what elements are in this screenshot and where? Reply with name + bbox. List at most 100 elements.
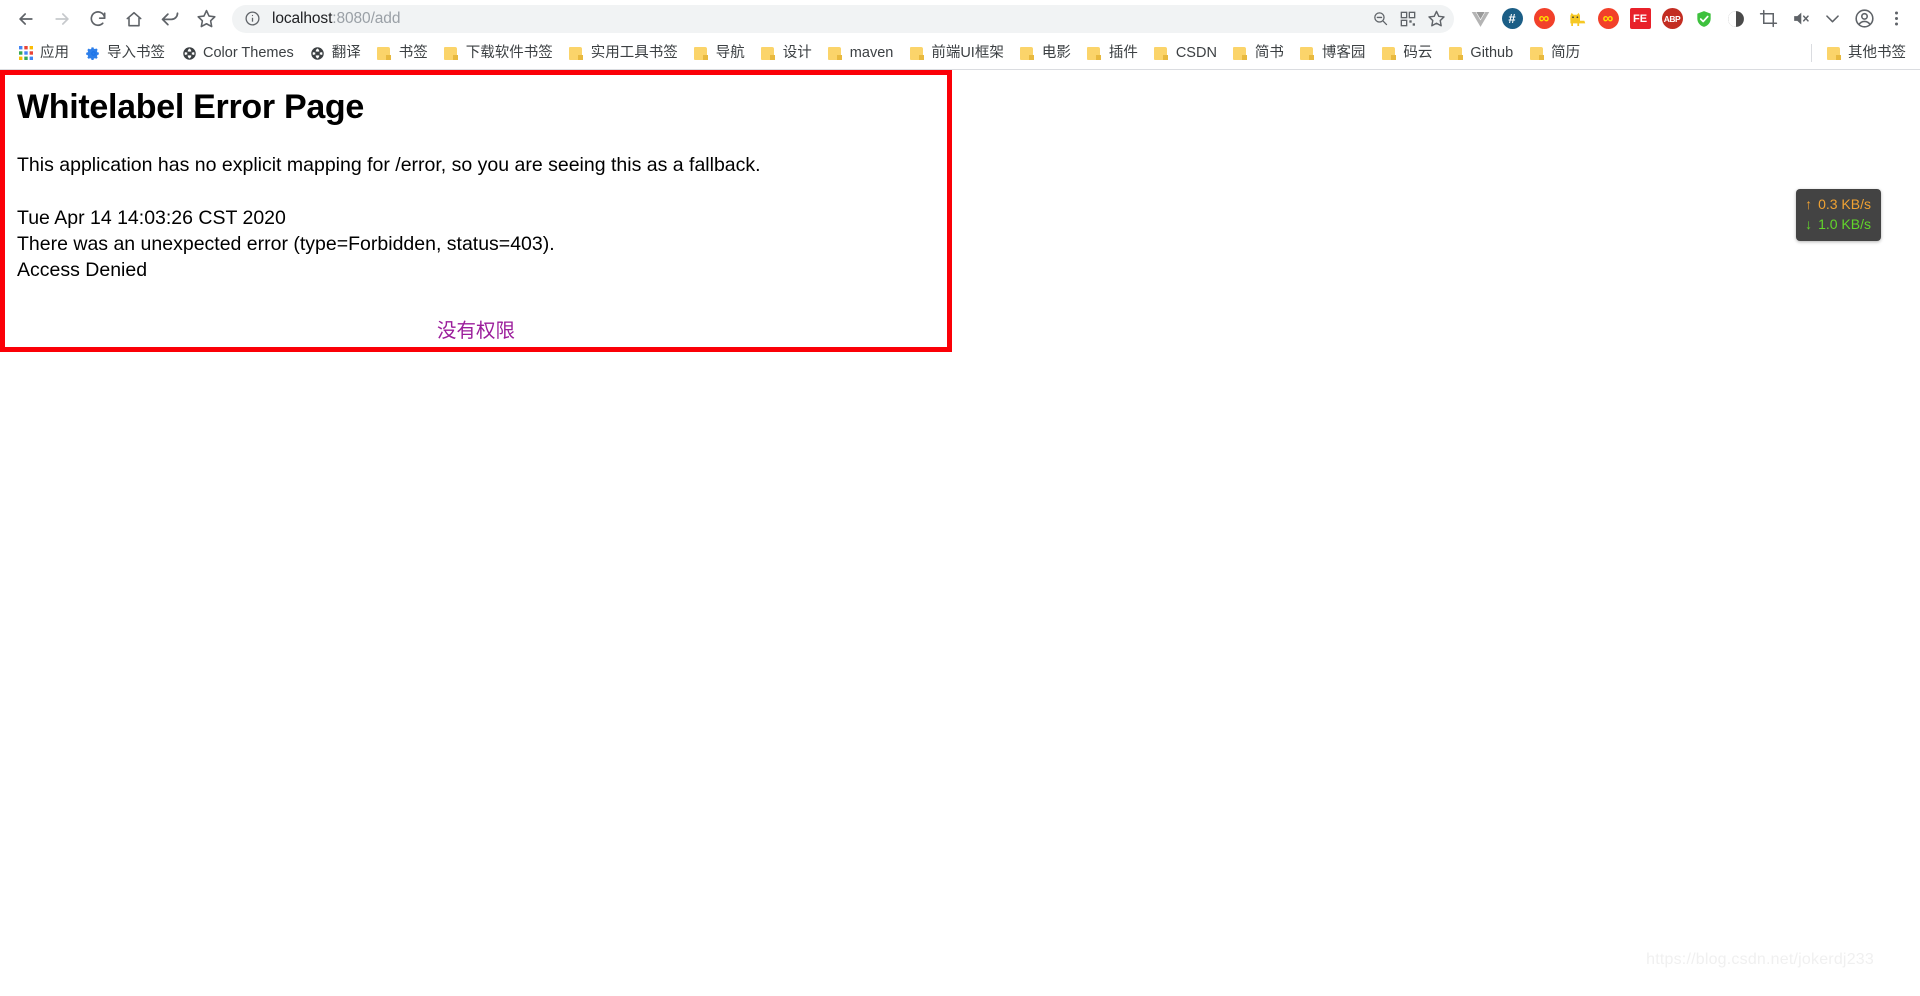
bookmark-label: 设计 bbox=[782, 44, 812, 61]
network-speed-widget: ↑ 0.3 KB/s ↓ 1.0 KB/s bbox=[1796, 189, 1881, 241]
extensions-strip: # ∞ ∞ FE ABP bbox=[1460, 1, 1912, 37]
browser-toolbar: localhost:8080/add # ∞ ∞ FE ABP bbox=[0, 0, 1920, 37]
cat-extension-icon[interactable] bbox=[1560, 1, 1592, 37]
bookmark-label: 简书 bbox=[1254, 44, 1284, 61]
bookmark-folder-design[interactable]: 设计 bbox=[753, 40, 820, 66]
upload-speed-value: 0.3 KB/s bbox=[1818, 196, 1871, 212]
undo-button[interactable] bbox=[152, 1, 188, 37]
arrow-right-icon bbox=[55, 12, 69, 25]
bookmark-label: 应用 bbox=[40, 44, 69, 61]
folder-icon bbox=[761, 46, 776, 60]
browser-chrome: localhost:8080/add # ∞ ∞ FE ABP 应用 导入书签 … bbox=[0, 0, 1920, 70]
chevron-down-icon[interactable] bbox=[1816, 1, 1848, 37]
bookmarks-bar: 应用 导入书签 Color Themes 翻译 书签 下载软件书签 实用工具书签… bbox=[0, 37, 1920, 70]
bookmark-folder-plugins[interactable]: 插件 bbox=[1079, 40, 1146, 66]
folder-icon bbox=[1020, 46, 1035, 60]
info-circle-icon[interactable] bbox=[244, 10, 261, 27]
bookmark-folder-other[interactable]: 其他书签 bbox=[1818, 40, 1914, 66]
bookmark-folder-jianshu[interactable]: 简书 bbox=[1225, 40, 1292, 66]
bookmarks-divider bbox=[1811, 44, 1812, 62]
download-speed-row: ↓ 1.0 KB/s bbox=[1805, 214, 1871, 234]
arrow-left-icon bbox=[19, 12, 33, 25]
bookmark-label: 其他书签 bbox=[1848, 44, 1906, 61]
bookmark-label: CSDN bbox=[1175, 44, 1217, 61]
infinity-red-icon[interactable]: ∞ bbox=[1528, 1, 1560, 37]
address-bar[interactable]: localhost:8080/add bbox=[232, 4, 1454, 33]
bookmark-item-translate[interactable]: 翻译 bbox=[302, 40, 369, 66]
page-viewport: Whitelabel Error Page This application h… bbox=[0, 70, 1920, 995]
bookmark-label: 电影 bbox=[1041, 44, 1071, 61]
bookmark-folder-frontend-ui[interactable]: 前端UI框架 bbox=[901, 40, 1012, 66]
folder-icon bbox=[828, 46, 843, 60]
bookmark-folder-github[interactable]: Github bbox=[1440, 40, 1521, 66]
bookmark-label: 书签 bbox=[398, 44, 428, 61]
globe-dark-icon bbox=[181, 45, 197, 61]
forward-button[interactable] bbox=[44, 1, 80, 37]
undo-arrow-icon bbox=[161, 12, 178, 26]
gear-blue-icon bbox=[85, 45, 101, 61]
home-icon bbox=[126, 11, 142, 26]
vue-devtools-icon[interactable] bbox=[1464, 1, 1496, 37]
bookmark-label: 翻译 bbox=[331, 44, 361, 61]
error-timestamp: Tue Apr 14 14:03:26 CST 2020 bbox=[17, 206, 286, 229]
bookmark-folder-gitee[interactable]: 码云 bbox=[1373, 40, 1440, 66]
screenshot-extension-icon[interactable] bbox=[1752, 1, 1784, 37]
bookmark-folder-shuqian[interactable]: 书签 bbox=[369, 40, 436, 66]
arrow-down-icon: ↓ bbox=[1805, 216, 1813, 233]
bookmark-label: maven bbox=[849, 44, 894, 61]
folder-icon bbox=[377, 46, 392, 60]
bookmark-label: Github bbox=[1470, 44, 1514, 61]
bookmark-star-button[interactable] bbox=[188, 1, 224, 37]
folder-icon bbox=[1529, 46, 1545, 60]
star-outline-icon bbox=[196, 9, 216, 28]
bookmark-folder-nav[interactable]: 导航 bbox=[686, 40, 753, 66]
arrow-up-icon: ↑ bbox=[1805, 196, 1813, 212]
folder-icon bbox=[1154, 46, 1169, 60]
bookmark-label: 下载软件书签 bbox=[465, 44, 553, 61]
folder-icon bbox=[569, 46, 584, 60]
star-outline-icon[interactable] bbox=[1422, 5, 1450, 33]
moon-extension-icon[interactable] bbox=[1720, 1, 1752, 37]
reload-button[interactable] bbox=[80, 1, 116, 37]
apps-grid-icon bbox=[18, 45, 34, 61]
infinity-red-2-icon[interactable]: ∞ bbox=[1592, 1, 1624, 37]
abp-extension-icon[interactable]: ABP bbox=[1656, 1, 1688, 37]
bookmark-folder-tools[interactable]: 实用工具书签 bbox=[561, 40, 686, 66]
shield-green-icon[interactable] bbox=[1688, 1, 1720, 37]
folder-icon bbox=[1233, 46, 1248, 60]
bookmark-label: 导入书签 bbox=[107, 44, 165, 61]
bookmark-folder-download-software[interactable]: 下载软件书签 bbox=[436, 40, 561, 66]
profile-avatar-icon[interactable] bbox=[1848, 1, 1880, 37]
url-path: :8080/add bbox=[332, 9, 401, 27]
bookmark-label: 前端UI框架 bbox=[931, 44, 1004, 61]
bookmark-label: 导航 bbox=[715, 44, 745, 61]
bookmark-label: 博客园 bbox=[1321, 44, 1366, 61]
qr-code-icon[interactable] bbox=[1394, 5, 1422, 33]
bookmark-folder-cnblogs[interactable]: 博客园 bbox=[1292, 40, 1374, 66]
bookmark-item-import[interactable]: 导入书签 bbox=[77, 40, 173, 66]
bookmark-item-apps[interactable]: 应用 bbox=[10, 40, 77, 66]
fe-extension-icon[interactable]: FE bbox=[1624, 1, 1656, 37]
bookmark-label: 码云 bbox=[1403, 44, 1433, 61]
bookmark-folder-csdn[interactable]: CSDN bbox=[1146, 40, 1225, 66]
bookmark-label: Color Themes bbox=[203, 44, 294, 61]
bookmark-label: 简历 bbox=[1551, 44, 1581, 61]
whitelabel-error-container: Whitelabel Error Page This application h… bbox=[0, 70, 952, 352]
error-message-chinese: 没有权限 bbox=[436, 319, 515, 342]
bookmark-item-color-themes[interactable]: Color Themes bbox=[173, 40, 302, 66]
folder-icon bbox=[1087, 46, 1102, 60]
back-button[interactable] bbox=[8, 1, 44, 37]
zoom-out-icon[interactable] bbox=[1366, 5, 1394, 33]
chrome-menu-icon[interactable] bbox=[1880, 1, 1912, 37]
folder-icon bbox=[1448, 46, 1464, 60]
folder-icon bbox=[444, 46, 459, 60]
url-text[interactable]: localhost:8080/add bbox=[272, 10, 1366, 28]
mute-extension-icon[interactable] bbox=[1784, 1, 1816, 37]
globe-dark-icon bbox=[310, 45, 326, 61]
home-button[interactable] bbox=[116, 1, 152, 37]
bookmark-folder-movies[interactable]: 电影 bbox=[1012, 40, 1079, 66]
bookmark-folder-resume[interactable]: 简历 bbox=[1521, 40, 1588, 66]
bookmark-label: 实用工具书签 bbox=[590, 44, 678, 61]
hash-extension-icon[interactable]: # bbox=[1496, 1, 1528, 37]
bookmark-folder-maven[interactable]: maven bbox=[820, 40, 902, 66]
